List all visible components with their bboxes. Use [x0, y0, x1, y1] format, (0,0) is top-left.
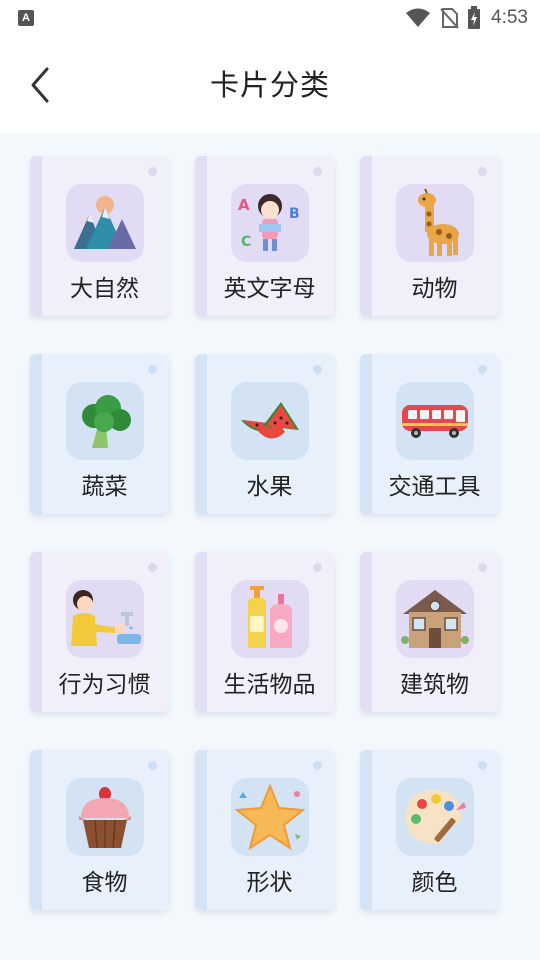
icon-box [396, 778, 474, 856]
icon-box [396, 580, 474, 658]
girl-letters-icon: A B C [238, 194, 300, 251]
category-card-transport[interactable]: 交通工具 [360, 354, 499, 514]
card-hole [148, 365, 157, 374]
palette-icon [406, 790, 466, 844]
icon-box [66, 778, 144, 856]
card-hole [478, 167, 487, 176]
status-time: 4:53 [491, 7, 528, 28]
card-hole [313, 365, 322, 374]
category-card-food[interactable]: 食物 [30, 750, 169, 910]
category-card-fruits[interactable]: 水果 [195, 354, 334, 514]
card-hole [148, 563, 157, 572]
lotion-bottles-icon [248, 586, 292, 648]
category-label: 水果 [246, 474, 293, 500]
category-label: 交通工具 [388, 474, 481, 500]
svg-text:B: B [289, 206, 300, 222]
card-hole [478, 365, 487, 374]
status-bar: A 4:53 [0, 0, 540, 36]
battery-icon [468, 6, 481, 29]
category-card-english-letters[interactable]: A B C 英文字母 [195, 156, 334, 316]
card-hole [313, 563, 322, 572]
status-icons: 4:53 [405, 6, 528, 30]
cupcake-icon [79, 787, 131, 849]
card-hole [478, 761, 487, 770]
icon-box [66, 382, 144, 460]
bus-icon [402, 405, 468, 438]
category-label: 建筑物 [400, 672, 469, 698]
category-grid: 大自然 A B C 英文字母 动物 蔬菜 水果 交通工具 行为习惯 生活物品 建… [30, 156, 500, 910]
category-card-colors[interactable]: 颜色 [360, 750, 499, 910]
category-label: 大自然 [70, 276, 139, 302]
category-label: 动物 [411, 276, 458, 302]
icon-box [66, 184, 144, 262]
giraffe-icon [418, 188, 459, 256]
category-card-buildings[interactable]: 建筑物 [360, 552, 499, 712]
header: 卡片分类 [0, 36, 540, 134]
mountain-icon [74, 196, 136, 249]
card-hole [313, 761, 322, 770]
svg-text:C: C [241, 234, 251, 250]
handwashing-icon [71, 590, 141, 646]
category-card-nature[interactable]: 大自然 [30, 156, 169, 316]
category-card-vegetables[interactable]: 蔬菜 [30, 354, 169, 514]
star-icon [235, 784, 305, 850]
card-hole [478, 563, 487, 572]
no-sim-icon [440, 8, 459, 29]
icon-box [231, 382, 309, 460]
category-label: 行为习惯 [58, 672, 151, 698]
icon-box [231, 580, 309, 658]
category-label: 形状 [246, 870, 293, 896]
icon-box [396, 382, 474, 460]
category-card-animals[interactable]: 动物 [360, 156, 499, 316]
card-hole [148, 761, 157, 770]
category-label: 蔬菜 [81, 474, 128, 500]
category-label: 食物 [81, 870, 128, 896]
card-hole [313, 167, 322, 176]
notification-icon: A [18, 10, 34, 26]
wifi-icon [406, 8, 431, 27]
icon-box [66, 580, 144, 658]
watermelon-icon [241, 402, 299, 439]
house-icon [401, 590, 469, 648]
card-hole [148, 167, 157, 176]
category-label: 颜色 [411, 870, 458, 896]
svg-text:A: A [238, 196, 250, 214]
category-card-daily-items[interactable]: 生活物品 [195, 552, 334, 712]
category-card-behavior-habits[interactable]: 行为习惯 [30, 552, 169, 712]
category-card-shapes[interactable]: 形状 [195, 750, 334, 910]
page-title: 卡片分类 [209, 68, 330, 102]
broccoli-icon [82, 395, 131, 448]
icon-box [231, 778, 309, 856]
icon-box [396, 184, 474, 262]
category-label: 英文字母 [223, 276, 316, 302]
icon-box: A B C [231, 184, 309, 262]
category-label: 生活物品 [223, 672, 316, 698]
